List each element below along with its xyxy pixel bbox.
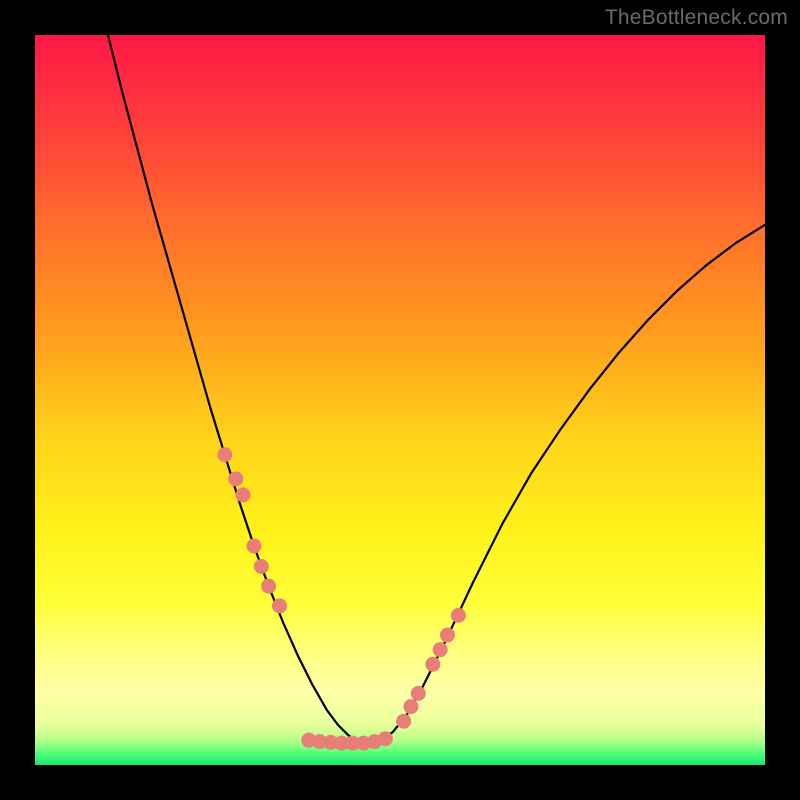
marker-right	[440, 628, 455, 643]
marker-left	[228, 471, 243, 486]
marker-right	[433, 642, 448, 657]
marker-valley	[378, 731, 393, 746]
chart-frame: TheBottleneck.com	[0, 0, 800, 800]
curve-layer	[35, 35, 765, 765]
marker-left	[272, 598, 287, 613]
plot-area	[35, 35, 765, 765]
marker-right	[403, 699, 418, 714]
marker-left	[247, 539, 262, 554]
marker-left	[217, 447, 232, 462]
marker-left	[261, 579, 276, 594]
watermark-text: TheBottleneck.com	[605, 6, 788, 30]
marker-right	[396, 714, 411, 729]
bottleneck-curve	[108, 35, 765, 743]
marker-right	[411, 686, 426, 701]
marker-left	[254, 559, 269, 574]
marker-left	[236, 487, 251, 502]
marker-right	[451, 608, 466, 623]
marker-right	[425, 657, 440, 672]
